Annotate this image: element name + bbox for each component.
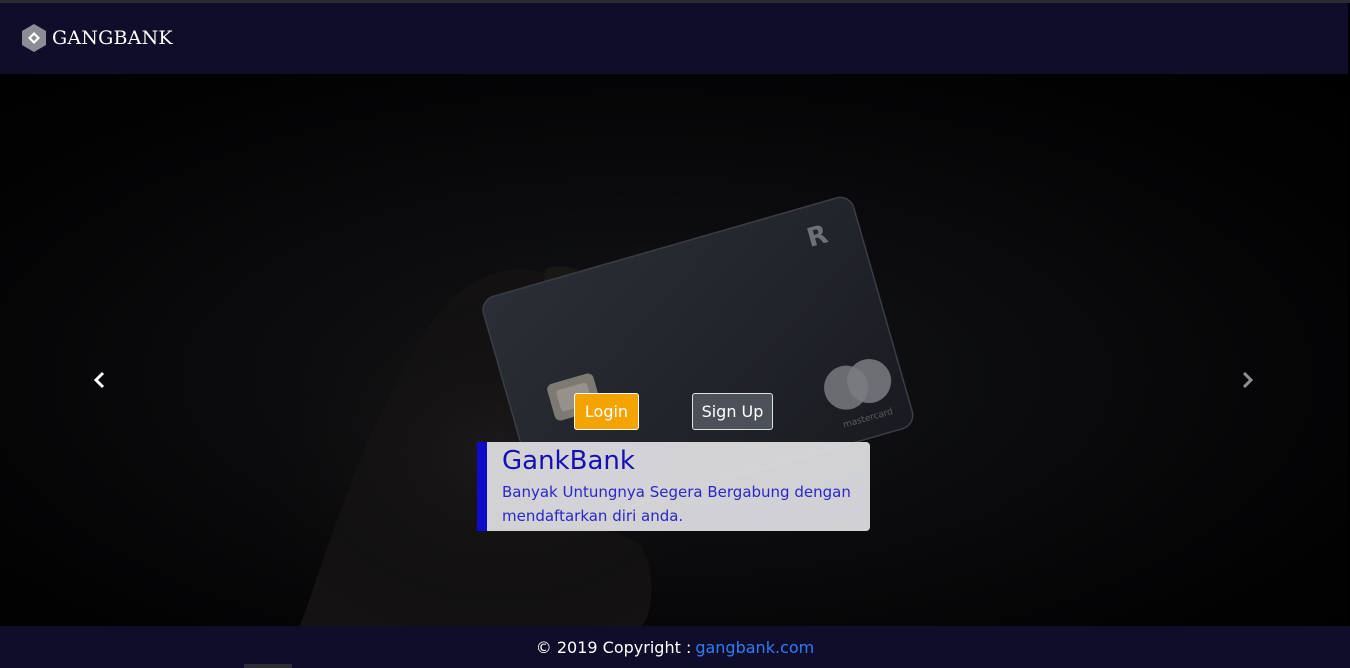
card-in-hand-photo: R mastercard — [240, 196, 914, 626]
footer-site-link[interactable]: gangbank.com — [695, 638, 814, 657]
carousel-caption: GankBank Banyak Untungnya Segera Bergabu… — [477, 442, 870, 531]
footer-edge-tab — [244, 664, 292, 668]
footer: © 2019 Copyright : gangbank.com — [0, 626, 1350, 668]
chevron-right-icon[interactable] — [1237, 370, 1257, 390]
caption-text: Banyak Untungnya Segera Bergabung dengan… — [502, 483, 851, 525]
brand-name: GANGBANK — [52, 27, 173, 49]
login-button[interactable]: Login — [574, 393, 639, 430]
hexagon-diamond-icon — [22, 24, 46, 52]
navbar: GANGBANK — [0, 3, 1350, 74]
brand-link[interactable]: GANGBANK — [20, 23, 173, 53]
copyright-text: © 2019 Copyright : — [535, 637, 692, 657]
hero-carousel: R mastercard Login Sign Up GankBank Bany… — [0, 74, 1350, 626]
signup-button[interactable]: Sign Up — [692, 393, 773, 430]
caption-title: GankBank — [502, 446, 635, 476]
chevron-left-icon[interactable] — [90, 370, 110, 390]
